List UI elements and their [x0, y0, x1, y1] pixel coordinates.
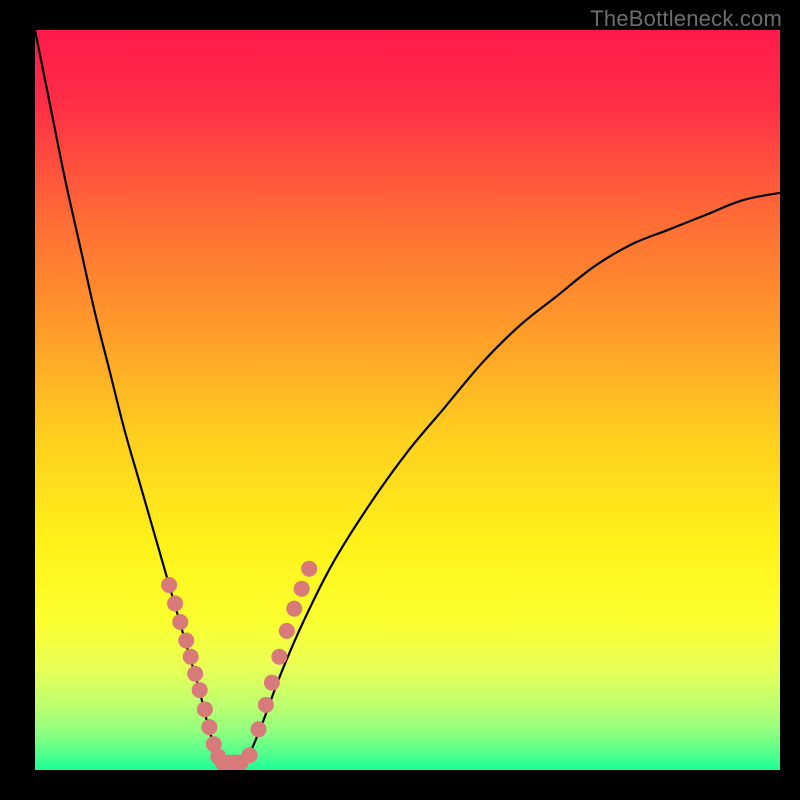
marker-right-9	[242, 747, 258, 763]
marker-left-7	[197, 701, 213, 717]
marker-right-6	[294, 581, 310, 597]
chart-frame: TheBottleneck.com	[0, 0, 800, 800]
marker-left-4	[183, 649, 199, 665]
marker-left-5	[187, 666, 203, 682]
marker-left-2	[172, 614, 188, 630]
marker-left-3	[178, 633, 194, 649]
marker-left-6	[192, 682, 208, 698]
watermark-text: TheBottleneck.com	[590, 6, 782, 32]
marker-right-3	[271, 649, 287, 665]
marker-right-2	[264, 675, 280, 691]
bottleneck-curve	[35, 30, 780, 770]
marker-right-4	[279, 623, 295, 639]
marker-right-1	[258, 697, 274, 713]
curve-path	[35, 30, 780, 765]
marker-right-7	[301, 561, 317, 577]
plot-area	[35, 30, 780, 770]
marker-right-0	[251, 721, 267, 737]
marker-left-1	[167, 596, 183, 612]
marker-left-0	[161, 577, 177, 593]
marker-right-5	[286, 601, 302, 617]
marker-left-8	[201, 719, 217, 735]
